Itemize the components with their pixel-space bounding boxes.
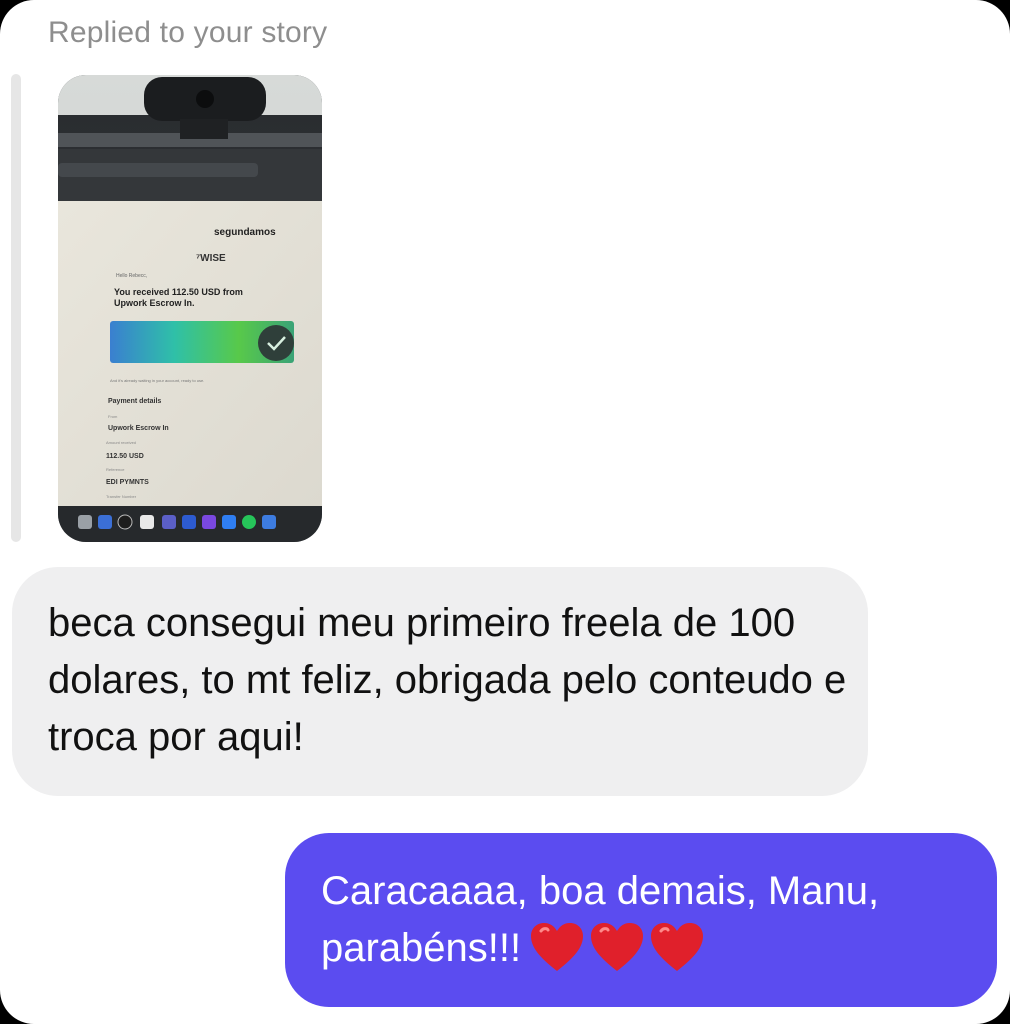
heart-emoji-group [529, 921, 709, 989]
reply-context-label: Replied to your story [48, 16, 328, 49]
transfer-label: Transfer Number [106, 494, 137, 499]
story-photo: segundamos ⁷WISE Hello Rebecc, You recei… [58, 75, 322, 542]
amount-label: Amount received [106, 440, 136, 445]
amount-value: 112.50 USD [106, 453, 144, 460]
from-value: Upwork Escrow In [108, 425, 169, 432]
email-sender: segundamos [214, 227, 276, 238]
chat-screen: Replied to your story segundamos ⁷WISE H… [0, 0, 1010, 1024]
outgoing-message-bubble[interactable]: Caracaaaa, boa demais, Manu, parabéns!!! [285, 833, 997, 1007]
reply-quote-bar [11, 74, 21, 542]
from-label: From [108, 414, 118, 419]
red-heart-icon [651, 923, 704, 971]
red-heart-icon [591, 923, 644, 971]
wise-logo: ⁷WISE [196, 253, 226, 264]
reference-value: EDI PYMNTS [106, 479, 149, 486]
story-thumbnail[interactable]: segundamos ⁷WISE Hello Rebecc, You recei… [58, 75, 322, 542]
red-heart-icon [531, 923, 584, 971]
payment-details-title: Payment details [108, 398, 161, 405]
incoming-message-text: beca consegui meu primeiro freela de 100… [48, 601, 847, 759]
incoming-message-bubble[interactable]: beca consegui meu primeiro freela de 100… [12, 567, 868, 796]
email-greeting: Hello Rebecc, [116, 273, 147, 279]
email-note: And it's already waiting in your account… [110, 378, 204, 383]
reference-label: Reference [106, 467, 125, 472]
